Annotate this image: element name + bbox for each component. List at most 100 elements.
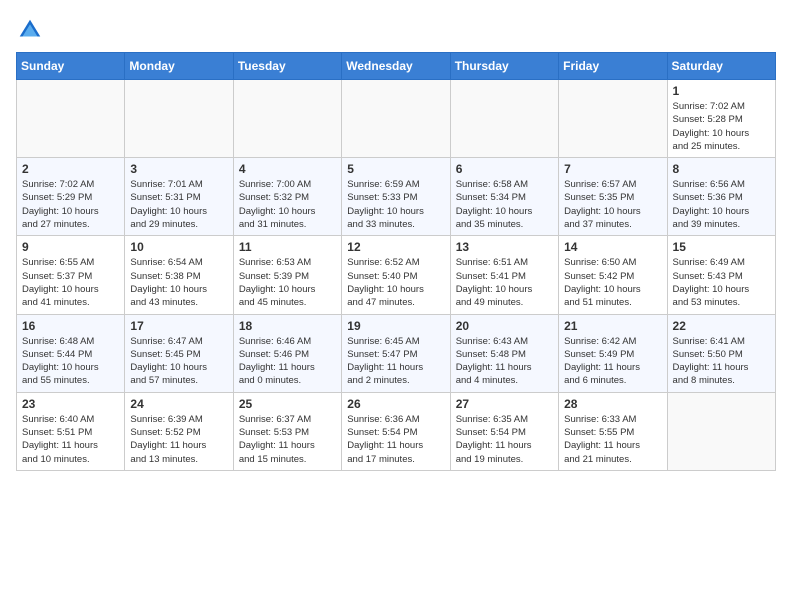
calendar-cell: 1 Sunrise: 7:02 AM Sunset: 5:28 PM Daylig…	[667, 80, 775, 158]
day-info: Sunrise: 7:01 AM Sunset: 5:31 PM Dayligh…	[130, 178, 227, 231]
day-number: 8	[673, 162, 770, 176]
day-info: Sunrise: 6:49 AM Sunset: 5:43 PM Dayligh…	[673, 256, 770, 309]
calendar-cell: 5 Sunrise: 6:59 AM Sunset: 5:33 PM Daylig…	[342, 158, 450, 236]
weekday-header: Monday	[125, 53, 233, 80]
day-number: 12	[347, 240, 444, 254]
day-number: 2	[22, 162, 119, 176]
calendar-cell: 18 Sunrise: 6:46 AM Sunset: 5:46 PM Dayli…	[233, 314, 341, 392]
day-info: Sunrise: 6:55 AM Sunset: 5:37 PM Dayligh…	[22, 256, 119, 309]
day-number: 24	[130, 397, 227, 411]
day-number: 5	[347, 162, 444, 176]
day-info: Sunrise: 6:40 AM Sunset: 5:51 PM Dayligh…	[22, 413, 119, 466]
day-number: 14	[564, 240, 661, 254]
day-number: 13	[456, 240, 553, 254]
day-info: Sunrise: 6:47 AM Sunset: 5:45 PM Dayligh…	[130, 335, 227, 388]
day-number: 22	[673, 319, 770, 333]
calendar-cell: 24 Sunrise: 6:39 AM Sunset: 5:52 PM Dayli…	[125, 392, 233, 470]
calendar-week-row: 16 Sunrise: 6:48 AM Sunset: 5:44 PM Dayli…	[17, 314, 776, 392]
calendar-cell	[125, 80, 233, 158]
logo	[16, 16, 48, 44]
day-number: 11	[239, 240, 336, 254]
calendar-week-row: 1 Sunrise: 7:02 AM Sunset: 5:28 PM Daylig…	[17, 80, 776, 158]
day-number: 25	[239, 397, 336, 411]
calendar-cell: 28Sunrise: 6:33 AM Sunset: 5:55 PM Dayli…	[559, 392, 667, 470]
calendar-cell: 12 Sunrise: 6:52 AM Sunset: 5:40 PM Dayli…	[342, 236, 450, 314]
calendar-table: SundayMondayTuesdayWednesdayThursdayFrid…	[16, 52, 776, 471]
calendar-cell: 22 Sunrise: 6:41 AM Sunset: 5:50 PM Dayli…	[667, 314, 775, 392]
day-info: Sunrise: 7:02 AM Sunset: 5:28 PM Dayligh…	[673, 100, 770, 153]
calendar-cell: 8 Sunrise: 6:56 AM Sunset: 5:36 PM Daylig…	[667, 158, 775, 236]
page-header	[16, 16, 776, 44]
day-number: 9	[22, 240, 119, 254]
day-info: Sunrise: 6:52 AM Sunset: 5:40 PM Dayligh…	[347, 256, 444, 309]
calendar-cell: 7 Sunrise: 6:57 AM Sunset: 5:35 PM Daylig…	[559, 158, 667, 236]
day-info: Sunrise: 6:50 AM Sunset: 5:42 PM Dayligh…	[564, 256, 661, 309]
weekday-header: Thursday	[450, 53, 558, 80]
day-info: Sunrise: 6:41 AM Sunset: 5:50 PM Dayligh…	[673, 335, 770, 388]
calendar-week-row: 2 Sunrise: 7:02 AM Sunset: 5:29 PM Daylig…	[17, 158, 776, 236]
day-info: Sunrise: 6:58 AM Sunset: 5:34 PM Dayligh…	[456, 178, 553, 231]
day-info: Sunrise: 6:53 AM Sunset: 5:39 PM Dayligh…	[239, 256, 336, 309]
calendar-cell: 26 Sunrise: 6:36 AM Sunset: 5:54 PM Dayli…	[342, 392, 450, 470]
logo-icon	[16, 16, 44, 44]
calendar-cell	[450, 80, 558, 158]
weekday-header: Saturday	[667, 53, 775, 80]
day-number: 20	[456, 319, 553, 333]
day-number: 18	[239, 319, 336, 333]
calendar-cell: 2 Sunrise: 7:02 AM Sunset: 5:29 PM Daylig…	[17, 158, 125, 236]
calendar-header-row: SundayMondayTuesdayWednesdayThursdayFrid…	[17, 53, 776, 80]
calendar-cell: 23 Sunrise: 6:40 AM Sunset: 5:51 PM Dayli…	[17, 392, 125, 470]
calendar-cell: 14 Sunrise: 6:50 AM Sunset: 5:42 PM Dayli…	[559, 236, 667, 314]
day-info: Sunrise: 7:00 AM Sunset: 5:32 PM Dayligh…	[239, 178, 336, 231]
day-info: Sunrise: 6:54 AM Sunset: 5:38 PM Dayligh…	[130, 256, 227, 309]
day-info: Sunrise: 6:42 AM Sunset: 5:49 PM Dayligh…	[564, 335, 661, 388]
day-number: 23	[22, 397, 119, 411]
calendar-cell: 15Sunrise: 6:49 AM Sunset: 5:43 PM Dayli…	[667, 236, 775, 314]
calendar-cell: 20 Sunrise: 6:43 AM Sunset: 5:48 PM Dayli…	[450, 314, 558, 392]
day-info: Sunrise: 6:51 AM Sunset: 5:41 PM Dayligh…	[456, 256, 553, 309]
day-number: 16	[22, 319, 119, 333]
weekday-header: Wednesday	[342, 53, 450, 80]
day-info: Sunrise: 6:59 AM Sunset: 5:33 PM Dayligh…	[347, 178, 444, 231]
calendar-cell: 21 Sunrise: 6:42 AM Sunset: 5:49 PM Dayli…	[559, 314, 667, 392]
day-number: 19	[347, 319, 444, 333]
day-number: 6	[456, 162, 553, 176]
calendar-cell: 19 Sunrise: 6:45 AM Sunset: 5:47 PM Dayli…	[342, 314, 450, 392]
calendar-cell: 13 Sunrise: 6:51 AM Sunset: 5:41 PM Dayli…	[450, 236, 558, 314]
day-info: Sunrise: 6:37 AM Sunset: 5:53 PM Dayligh…	[239, 413, 336, 466]
calendar-cell	[559, 80, 667, 158]
calendar-cell: 10 Sunrise: 6:54 AM Sunset: 5:38 PM Dayli…	[125, 236, 233, 314]
calendar-cell: 11 Sunrise: 6:53 AM Sunset: 5:39 PM Dayli…	[233, 236, 341, 314]
day-info: Sunrise: 6:48 AM Sunset: 5:44 PM Dayligh…	[22, 335, 119, 388]
calendar-week-row: 9 Sunrise: 6:55 AM Sunset: 5:37 PM Daylig…	[17, 236, 776, 314]
day-number: 21	[564, 319, 661, 333]
calendar-cell: 6 Sunrise: 6:58 AM Sunset: 5:34 PM Daylig…	[450, 158, 558, 236]
calendar-cell: 3 Sunrise: 7:01 AM Sunset: 5:31 PM Daylig…	[125, 158, 233, 236]
day-number: 3	[130, 162, 227, 176]
day-info: Sunrise: 6:56 AM Sunset: 5:36 PM Dayligh…	[673, 178, 770, 231]
day-info: Sunrise: 6:33 AM Sunset: 5:55 PM Dayligh…	[564, 413, 661, 466]
calendar-cell: 4 Sunrise: 7:00 AM Sunset: 5:32 PM Daylig…	[233, 158, 341, 236]
calendar-cell	[667, 392, 775, 470]
day-number: 26	[347, 397, 444, 411]
calendar-cell: 9 Sunrise: 6:55 AM Sunset: 5:37 PM Daylig…	[17, 236, 125, 314]
calendar-cell: 17Sunrise: 6:47 AM Sunset: 5:45 PM Dayli…	[125, 314, 233, 392]
day-info: Sunrise: 6:57 AM Sunset: 5:35 PM Dayligh…	[564, 178, 661, 231]
weekday-header: Friday	[559, 53, 667, 80]
day-number: 4	[239, 162, 336, 176]
day-number: 10	[130, 240, 227, 254]
calendar-cell	[17, 80, 125, 158]
day-info: Sunrise: 6:45 AM Sunset: 5:47 PM Dayligh…	[347, 335, 444, 388]
calendar-cell	[233, 80, 341, 158]
day-number: 1	[673, 84, 770, 98]
day-info: Sunrise: 6:39 AM Sunset: 5:52 PM Dayligh…	[130, 413, 227, 466]
day-info: Sunrise: 6:43 AM Sunset: 5:48 PM Dayligh…	[456, 335, 553, 388]
day-info: Sunrise: 6:36 AM Sunset: 5:54 PM Dayligh…	[347, 413, 444, 466]
calendar-week-row: 23 Sunrise: 6:40 AM Sunset: 5:51 PM Dayli…	[17, 392, 776, 470]
day-number: 7	[564, 162, 661, 176]
day-number: 27	[456, 397, 553, 411]
calendar-cell: 16 Sunrise: 6:48 AM Sunset: 5:44 PM Dayli…	[17, 314, 125, 392]
weekday-header: Sunday	[17, 53, 125, 80]
day-info: Sunrise: 7:02 AM Sunset: 5:29 PM Dayligh…	[22, 178, 119, 231]
day-info: Sunrise: 6:46 AM Sunset: 5:46 PM Dayligh…	[239, 335, 336, 388]
